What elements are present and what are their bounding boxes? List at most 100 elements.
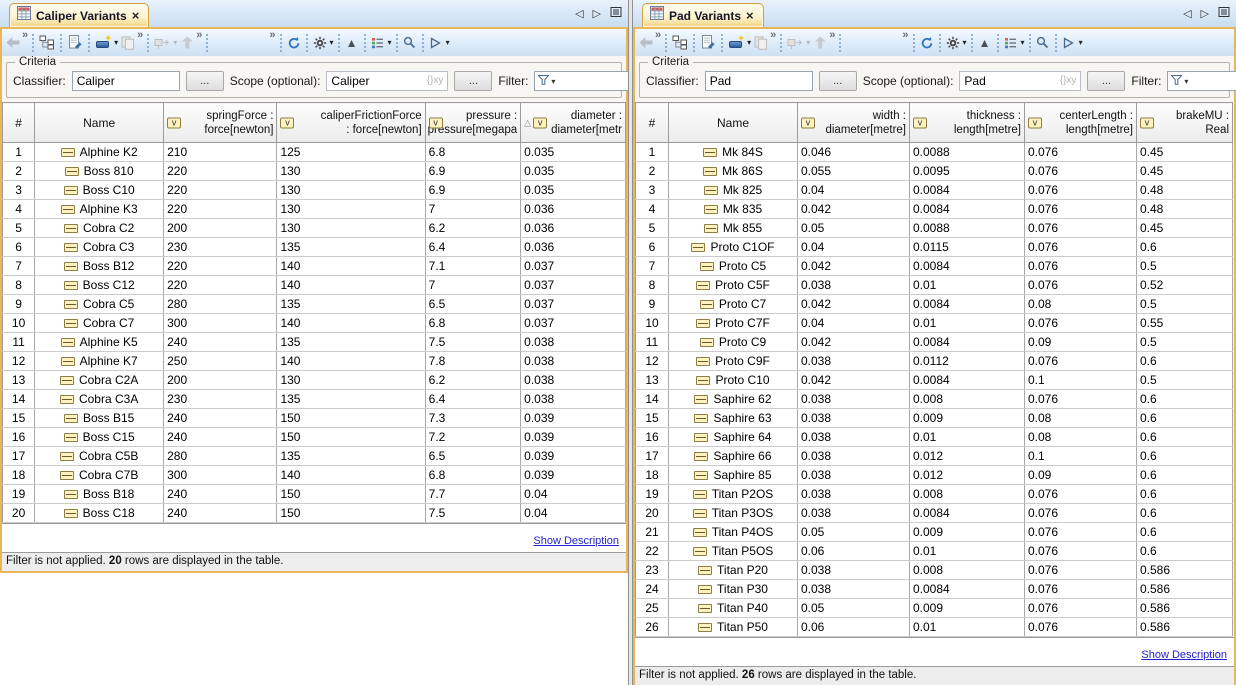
value-cell[interactable]: 0.0095 — [910, 162, 1025, 181]
value-cell[interactable]: 7.1 — [425, 257, 521, 276]
row-name-cell[interactable]: Titan P40 — [669, 599, 798, 618]
row-name-cell[interactable]: Proto C9F — [669, 352, 798, 371]
value-cell[interactable]: 0.076 — [1025, 314, 1137, 333]
value-cell[interactable]: 130 — [277, 219, 425, 238]
collapse-criteria-icon[interactable]: ▲ — [976, 33, 994, 53]
value-cell[interactable]: 0.038 — [521, 352, 626, 371]
value-cell[interactable]: 230 — [164, 390, 277, 409]
value-cell[interactable]: 0.01 — [910, 276, 1025, 295]
value-cell[interactable]: 0.5 — [1137, 295, 1233, 314]
value-cell[interactable]: 0.038 — [798, 428, 910, 447]
tab-caliper-variants[interactable]: Caliper Variants × — [9, 3, 149, 27]
options-gear-icon[interactable] — [311, 33, 329, 53]
value-cell[interactable]: 0.04 — [521, 485, 626, 504]
value-cell[interactable]: 0.076 — [1025, 143, 1137, 162]
filter-dropdown-icon[interactable]: ▾ — [551, 77, 555, 86]
value-cell[interactable]: 0.08 — [1025, 295, 1137, 314]
value-cell[interactable]: 135 — [277, 238, 425, 257]
value-cell[interactable]: 0.076 — [1025, 200, 1137, 219]
value-cell[interactable]: 0.5 — [1137, 257, 1233, 276]
value-cell[interactable]: 0.6 — [1137, 523, 1233, 542]
row-name-cell[interactable]: Saphire 66 — [669, 447, 798, 466]
row-name-cell[interactable]: Cobra C2A — [35, 371, 164, 390]
value-cell[interactable]: 130 — [277, 200, 425, 219]
row-name-cell[interactable]: Cobra C5B — [35, 447, 164, 466]
value-cell[interactable]: 0.076 — [1025, 561, 1137, 580]
value-cell[interactable]: 300 — [164, 314, 277, 333]
column-header-thickness[interactable]: thickness : length[metre] — [910, 103, 1025, 143]
table-row[interactable]: 15Boss B152401507.30.039 — [3, 409, 626, 428]
row-name-cell[interactable]: Titan P2OS — [669, 485, 798, 504]
value-cell[interactable]: 0.042 — [798, 257, 910, 276]
table-row[interactable]: 21Titan P4OS0.050.0090.0760.6 — [636, 523, 1233, 542]
value-cell[interactable]: 0.036 — [521, 219, 626, 238]
value-cell[interactable]: 0.038 — [521, 333, 626, 352]
value-cell[interactable]: 0.04 — [798, 181, 910, 200]
value-cell[interactable]: 6.5 — [425, 295, 521, 314]
value-cell[interactable]: 0.6 — [1137, 390, 1233, 409]
column-header-name[interactable]: Name — [669, 103, 798, 143]
table-row[interactable]: 17Saphire 660.0380.0120.10.6 — [636, 447, 1233, 466]
table-row[interactable]: 19Boss B182401507.70.04 — [3, 485, 626, 504]
value-cell[interactable]: 0.04 — [521, 504, 626, 523]
run-dropdown-icon[interactable]: ▾ — [446, 38, 450, 47]
value-cell[interactable]: 0.05 — [798, 523, 910, 542]
value-cell[interactable]: 0.038 — [521, 371, 626, 390]
tab-close-icon[interactable]: × — [132, 10, 140, 22]
value-cell[interactable]: 0.05 — [798, 219, 910, 238]
value-cell[interactable]: 135 — [277, 333, 425, 352]
refactor-icon[interactable] — [152, 33, 172, 53]
column-header-pressure[interactable]: pressure : pressure[megapa — [425, 103, 521, 143]
row-name-cell[interactable]: Cobra C7 — [35, 314, 164, 333]
value-cell[interactable]: 0.038 — [798, 409, 910, 428]
column-header-diameter[interactable]: △ diameter : diameter[metr — [521, 103, 626, 143]
row-name-cell[interactable]: Proto C5 — [669, 257, 798, 276]
value-cell[interactable]: 0.6 — [1137, 466, 1233, 485]
overflow-chevron-icon[interactable]: » — [655, 30, 661, 40]
value-cell[interactable]: 280 — [164, 295, 277, 314]
table-row[interactable]: 13Proto C100.0420.00840.10.5 — [636, 371, 1233, 390]
row-name-cell[interactable]: Saphire 62 — [669, 390, 798, 409]
overflow-chevron-icon[interactable]: » — [770, 30, 776, 40]
row-name-cell[interactable]: Boss C10 — [35, 181, 164, 200]
value-cell[interactable]: 0.0115 — [910, 238, 1025, 257]
table-row[interactable]: 23Titan P200.0380.0080.0760.586 — [636, 561, 1233, 580]
value-cell[interactable]: 280 — [164, 447, 277, 466]
value-cell[interactable]: 6.4 — [425, 238, 521, 257]
value-cell[interactable]: 7 — [425, 276, 521, 295]
value-cell[interactable]: 0.0084 — [910, 371, 1025, 390]
value-cell[interactable]: 220 — [164, 257, 277, 276]
table-row[interactable]: 8Proto C5F0.0380.010.0760.52 — [636, 276, 1233, 295]
value-cell[interactable]: 130 — [277, 181, 425, 200]
value-cell[interactable]: 0.09 — [1025, 333, 1137, 352]
scope-browse-button[interactable]: ... — [1087, 71, 1125, 91]
value-cell[interactable]: 200 — [164, 371, 277, 390]
value-cell[interactable]: 0.0084 — [910, 504, 1025, 523]
value-cell[interactable]: 0.6 — [1137, 542, 1233, 561]
value-cell[interactable]: 150 — [277, 428, 425, 447]
value-cell[interactable]: 0.042 — [798, 200, 910, 219]
value-cell[interactable]: 125 — [277, 143, 425, 162]
value-cell[interactable]: 150 — [277, 485, 425, 504]
value-cell[interactable]: 0.586 — [1137, 618, 1233, 637]
value-cell[interactable]: 0.042 — [798, 333, 910, 352]
value-cell[interactable]: 7.8 — [425, 352, 521, 371]
value-cell[interactable]: 7.5 — [425, 333, 521, 352]
value-cell[interactable]: 240 — [164, 485, 277, 504]
column-header-springforce[interactable]: springForce : force[newton] — [164, 103, 277, 143]
row-name-cell[interactable]: Boss C12 — [35, 276, 164, 295]
value-cell[interactable]: 0.04 — [798, 238, 910, 257]
value-cell[interactable]: 0.039 — [521, 447, 626, 466]
value-cell[interactable]: 210 — [164, 143, 277, 162]
value-cell[interactable]: 0.0084 — [910, 257, 1025, 276]
row-name-cell[interactable]: Alphine K2 — [35, 143, 164, 162]
row-name-cell[interactable]: Proto C5F — [669, 276, 798, 295]
table-row[interactable]: 5Cobra C22001306.20.036 — [3, 219, 626, 238]
value-cell[interactable]: 150 — [277, 504, 425, 523]
column-header-width[interactable]: width : diameter[metre] — [798, 103, 910, 143]
row-name-cell[interactable]: Boss B18 — [35, 485, 164, 504]
table-row[interactable]: 2Boss 8102201306.90.035 — [3, 162, 626, 181]
table-row[interactable]: 16Saphire 640.0380.010.080.6 — [636, 428, 1233, 447]
table-row[interactable]: 3Boss C102201306.90.035 — [3, 181, 626, 200]
value-cell[interactable]: 0.586 — [1137, 599, 1233, 618]
